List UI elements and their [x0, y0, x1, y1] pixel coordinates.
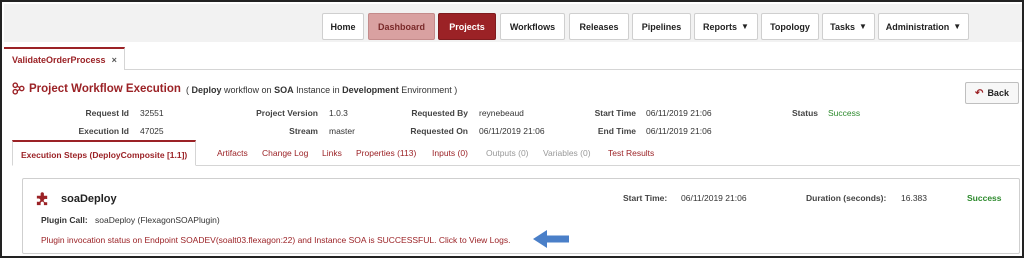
subtitle-workflow-type: Deploy	[191, 85, 222, 95]
nav-pipelines-button[interactable]: Pipelines	[632, 13, 691, 40]
tab-artifacts[interactable]: Artifacts	[217, 148, 248, 158]
nav-projects-label: Projects	[449, 21, 485, 32]
step-start-time-value: 06/11/2019 21:06	[681, 193, 747, 203]
plugin-call-value: soaDeploy (FlexagonSOAPlugin)	[95, 215, 220, 225]
execution-id-value: 47025	[140, 126, 164, 136]
top-navigation-bar: Home Dashboard Projects Workflows Releas…	[4, 4, 1022, 42]
nav-releases-label: Releases	[579, 21, 619, 32]
stream-label: Stream	[289, 126, 318, 136]
back-button[interactable]: ↶ Back	[965, 82, 1019, 104]
execution-step-panel: soaDeploy Start Time: 06/11/2019 21:06 D…	[22, 178, 1020, 254]
nav-tasks-button[interactable]: Tasks ▼	[822, 13, 875, 40]
page-title-text: Project Workflow Execution	[29, 82, 181, 95]
subtitle-open: (	[186, 85, 189, 95]
subtitle-instance: SOA	[274, 85, 294, 95]
nav-topology-label: Topology	[770, 21, 810, 32]
nav-workflows-button[interactable]: Workflows	[500, 13, 565, 40]
main-content: Project Workflow Execution ( Deploy work…	[4, 70, 1022, 256]
page-title: Project Workflow Execution	[12, 82, 181, 95]
tab-execution-steps[interactable]: Execution Steps (DeployComposite [1.1])	[12, 140, 197, 166]
subtitle-text: Instance in	[296, 85, 340, 95]
requested-by-label: Requested By	[411, 108, 468, 118]
nav-workflows-label: Workflows	[509, 21, 556, 32]
nav-administration-button[interactable]: Administration ▼	[878, 13, 969, 40]
step-duration-label: Duration (seconds):	[806, 193, 887, 203]
tab-variables[interactable]: Variables (0)	[543, 148, 591, 158]
nav-reports-button[interactable]: Reports ▼	[694, 13, 758, 40]
stream-value: master	[329, 126, 355, 136]
project-version-label: Project Version	[256, 108, 318, 118]
nav-tasks-label: Tasks	[830, 21, 855, 32]
app-frame: Home Dashboard Projects Workflows Releas…	[0, 0, 1024, 258]
document-tab-bar: ValidateOrderProcess ×	[4, 42, 1022, 70]
workflow-icon	[12, 82, 25, 95]
nav-dashboard-button[interactable]: Dashboard	[368, 13, 435, 40]
back-arrow-icon: ↶	[975, 87, 984, 99]
tab-properties[interactable]: Properties (113)	[356, 148, 416, 158]
project-version-value: 1.0.3	[329, 108, 348, 118]
nav-topology-button[interactable]: Topology	[761, 13, 819, 40]
page-subtitle: ( Deploy workflow on SOA Instance in Dev…	[186, 85, 457, 95]
requested-on-label: Requested On	[410, 126, 468, 136]
nav-projects-button[interactable]: Projects	[438, 13, 496, 40]
step-name: soaDeploy	[61, 193, 117, 205]
tab-test-results[interactable]: Test Results	[608, 148, 654, 158]
nav-home-button[interactable]: Home	[322, 13, 364, 40]
status-badge: Success	[828, 108, 861, 118]
tab-outputs[interactable]: Outputs (0)	[486, 148, 529, 158]
main-nav: Home Dashboard Projects Workflows Releas…	[4, 13, 1022, 41]
tab-links[interactable]: Links	[322, 148, 342, 158]
nav-reports-label: Reports	[703, 21, 738, 32]
requested-by-value: reynebeaud	[479, 108, 524, 118]
chevron-down-icon: ▼	[741, 22, 749, 31]
nav-administration-label: Administration	[885, 21, 950, 32]
request-id-value: 32551	[140, 108, 164, 118]
status-label: Status	[792, 108, 818, 118]
step-duration-value: 16.383	[901, 193, 927, 203]
left-arrow-icon	[533, 230, 569, 248]
execution-id-label: Execution Id	[78, 126, 129, 136]
start-time-label: Start Time	[594, 108, 636, 118]
plugin-puzzle-icon	[36, 192, 48, 206]
subtitle-environment: Development	[342, 85, 399, 95]
chevron-down-icon: ▼	[953, 22, 962, 31]
nav-releases-button[interactable]: Releases	[569, 13, 629, 40]
tab-label: ValidateOrderProcess	[12, 54, 106, 65]
requested-on-value: 06/11/2019 21:06	[479, 126, 545, 136]
plugin-call-label: Plugin Call:	[41, 215, 88, 225]
subtitle-text: workflow on	[224, 85, 272, 95]
step-status-badge: Success	[967, 193, 1002, 203]
view-logs-link[interactable]: Plugin invocation status on Endpoint SOA…	[41, 235, 510, 245]
tab-inputs[interactable]: Inputs (0)	[432, 148, 468, 158]
nav-pipelines-label: Pipelines	[641, 21, 682, 32]
start-time-value: 06/11/2019 21:06	[646, 108, 712, 118]
request-id-label: Request Id	[85, 108, 129, 118]
execution-tabs: Execution Steps (DeployComposite [1.1]) …	[12, 140, 1020, 166]
chevron-down-icon: ▼	[858, 22, 867, 31]
tab-change-log[interactable]: Change Log	[262, 148, 308, 158]
tab-validate-order-process[interactable]: ValidateOrderProcess ×	[4, 47, 125, 70]
close-icon[interactable]: ×	[112, 55, 117, 65]
end-time-label: End Time	[597, 126, 636, 136]
step-start-time-label: Start Time:	[623, 193, 668, 203]
end-time-value: 06/11/2019 21:06	[646, 126, 712, 136]
nav-home-label: Home	[330, 21, 356, 32]
nav-dashboard-label: Dashboard	[377, 21, 425, 32]
back-label: Back	[987, 88, 1009, 98]
subtitle-close: Environment )	[401, 85, 458, 95]
